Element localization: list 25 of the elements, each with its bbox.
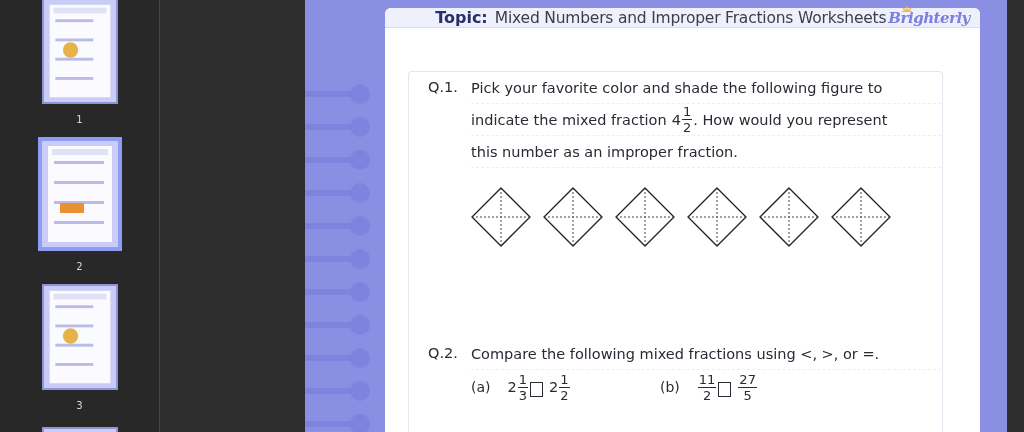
diamond-figure [687, 187, 747, 247]
question-text: this number as an improper fraction. [471, 143, 738, 160]
page-number: 2 [76, 261, 83, 272]
question-number: Q.2. [428, 344, 459, 363]
part-label: (a) [471, 379, 491, 395]
diamond-figure [615, 187, 675, 247]
diamond-figure [471, 187, 531, 247]
answer-box[interactable] [530, 381, 544, 397]
answer-box[interactable] [718, 381, 732, 397]
diamond-figure [831, 187, 891, 247]
fraction: 11 2 [696, 372, 717, 402]
brand-logo: Brighterly [888, 8, 970, 27]
question-number: Q.1. [428, 78, 459, 97]
question-text: Pick your favorite color and shade the following figure to [471, 79, 883, 96]
page-number: 3 [76, 400, 83, 411]
topic-label: Topic: [435, 8, 488, 27]
fraction: 27 5 [737, 372, 757, 402]
worksheet-title: Mixed Numbers and Improper Fractions Worksheets [494, 8, 887, 27]
diamond-figure [759, 187, 819, 247]
question-text: Compare the following mixed fractions using <, >, or =. [471, 345, 880, 362]
diamond-figure [543, 187, 603, 247]
question-text: . How would you represent [693, 111, 888, 128]
question-text: indicate the mixed fraction [471, 111, 667, 128]
page-number: 1 [76, 114, 83, 125]
part-label: (b) [660, 379, 680, 395]
